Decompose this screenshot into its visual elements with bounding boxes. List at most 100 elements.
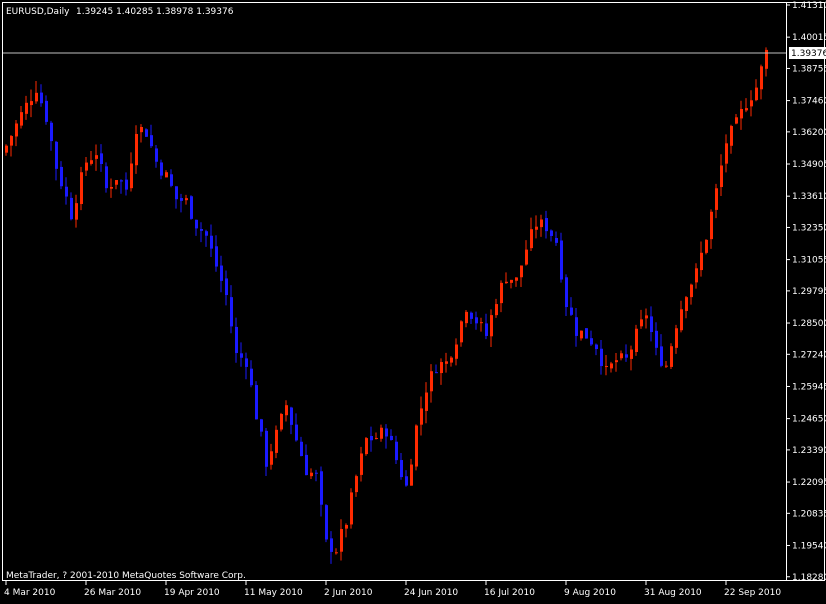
y-tick-label: 1.24650 [792, 415, 826, 425]
candle-body-bear [125, 179, 128, 190]
candle-body-bull [750, 100, 753, 107]
candle-body-bull [615, 360, 618, 363]
candle-body-bull [430, 371, 433, 392]
chart-header-symbol: EURUSD,Daily [6, 7, 70, 17]
candle-body-bull [335, 552, 338, 554]
candle-body-bear [625, 354, 628, 358]
candle-body-bear [260, 419, 263, 432]
candle-body-bull [80, 172, 83, 205]
copyright-text: MetaTrader, ? 2001-2010 MetaQuotes Softw… [6, 571, 246, 581]
y-tick-label: 1.22095 [792, 478, 826, 488]
candle-body-bull [620, 353, 623, 359]
candle-body-bear [145, 129, 148, 137]
x-tick-label: 11 May 2010 [244, 588, 303, 598]
candle-body-bull [30, 101, 33, 106]
candle-body-bull [690, 284, 693, 298]
candle-body-bull [730, 125, 733, 146]
candle-body-bear [555, 237, 558, 243]
chart-header-ohlc: 1.39245 1.40285 1.38978 1.39376 [76, 7, 234, 17]
candle-body-bear [215, 246, 218, 267]
candle-body-bear [210, 235, 213, 249]
candle-body-bull [75, 203, 78, 220]
candle-body-bull [725, 143, 728, 164]
candle-body-bull [280, 413, 283, 430]
candle-body-bull [720, 165, 723, 188]
candle-body-bear [305, 454, 308, 476]
candle-body-bear [590, 338, 593, 345]
candle-body-bear [560, 240, 563, 280]
candle-body-bull [540, 219, 543, 228]
candle-body-bull [710, 211, 713, 240]
candle-body-bull [340, 529, 343, 552]
candle-body-bull [15, 123, 18, 137]
y-tick-label: 1.19540 [792, 541, 826, 551]
x-tick-label: 22 Sep 2010 [724, 588, 781, 598]
y-tick-label: 1.29795 [792, 287, 826, 297]
y-tick-label: 1.20835 [792, 509, 826, 519]
candle-body-bull [740, 108, 743, 119]
candle-body-bull [365, 438, 368, 455]
candle-body-bull [685, 297, 688, 311]
candle-body-bear [595, 344, 598, 350]
chart-window[interactable]: 1.41310 1.40015 1.38755 1.37460 1.36200 1.349… [0, 0, 826, 600]
candle-body-bull [745, 108, 748, 111]
candle-body-bear [170, 174, 173, 186]
candle-body-bull [525, 249, 528, 265]
candle-body-bear [265, 430, 268, 467]
candle-body-bull [90, 160, 93, 164]
candle-body-bear [150, 135, 153, 147]
candle-body-bull [755, 87, 758, 101]
candle-body-bear [545, 218, 548, 232]
candle-body-bull [465, 311, 468, 324]
candle-body-bull [515, 277, 518, 281]
candle-body-bull [410, 464, 413, 486]
candle-body-bear [565, 277, 568, 308]
candle-body-bear [330, 538, 333, 552]
candle-body-bear [240, 353, 243, 358]
y-tick-label: 1.25945 [792, 382, 826, 392]
candle-body-bear [470, 312, 473, 319]
candle-body-bear [195, 219, 198, 229]
candle-body-bear [575, 317, 578, 336]
candle-body-bull [445, 361, 448, 364]
candle-body-bear [320, 471, 323, 505]
candle-body-bear [405, 476, 408, 486]
y-tick-label: 1.18280 [792, 573, 826, 583]
candle-body-bear [190, 196, 193, 219]
candle-body-bull [490, 315, 493, 337]
candle-body-bull [110, 187, 113, 189]
candle-body-bull [165, 172, 168, 178]
candle-body-bull [610, 363, 613, 369]
candle-body-bull [350, 492, 353, 525]
candle-body-bear [55, 141, 58, 169]
candle-body-bear [325, 505, 328, 540]
candle-body-bull [275, 429, 278, 453]
candle-body-bull [10, 136, 13, 146]
candle-body-bear [245, 358, 248, 367]
candlestick-chart[interactable]: 1.41310 1.40015 1.38755 1.37460 1.36200 1.349… [0, 0, 826, 600]
candle-body-bear [160, 162, 163, 176]
candle-body-bear [50, 122, 53, 142]
candle-body-bear [550, 230, 553, 236]
candle-body-bull [35, 92, 38, 102]
candle-body-bear [385, 428, 388, 437]
candle-body-bear [225, 278, 228, 296]
candle-body-bear [235, 326, 238, 354]
candle-body-bull [270, 451, 273, 465]
candle-body-bull [140, 126, 143, 133]
candle-body-bear [200, 229, 203, 231]
x-tick-label: 9 Aug 2010 [564, 588, 616, 598]
candle-body-bear [155, 148, 158, 162]
candle-body-bear [395, 441, 398, 461]
candle-body-bull [455, 344, 458, 359]
candle-body-bull [85, 162, 88, 171]
candle-body-bull [415, 425, 418, 467]
candle-body-bull [520, 265, 523, 278]
candle-body-bear [45, 100, 48, 122]
y-tick-label: 1.31055 [792, 256, 826, 266]
candle-body-bull [115, 180, 118, 185]
candle-body-bull [20, 112, 23, 126]
candle-body-bear [435, 372, 438, 374]
candle-body-bull [460, 321, 463, 343]
candle-body-bull [5, 145, 8, 153]
